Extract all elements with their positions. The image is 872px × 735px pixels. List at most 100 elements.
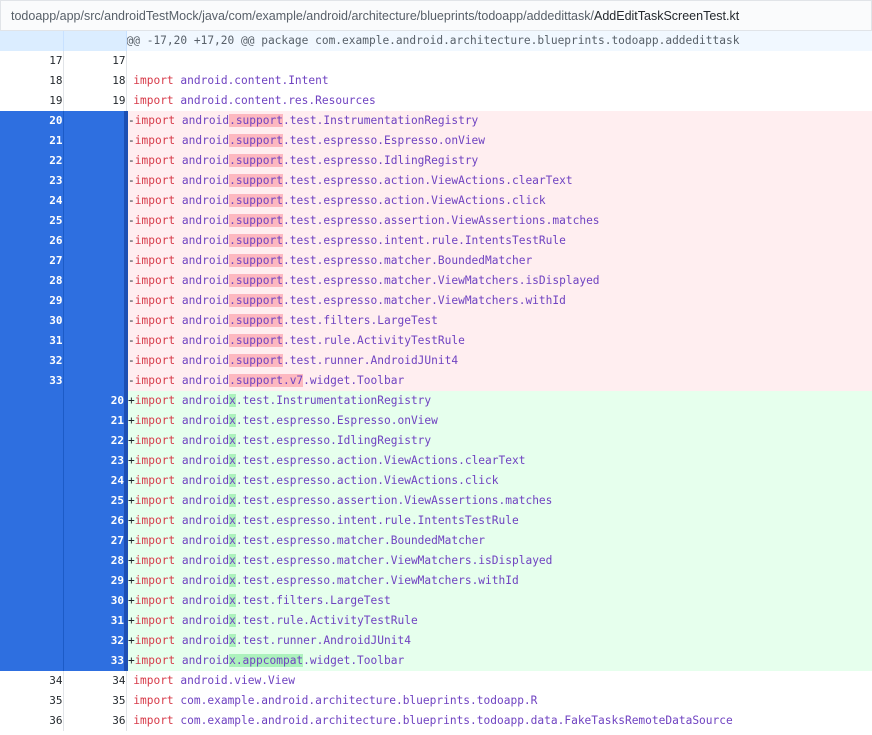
import-keyword: import (134, 354, 176, 367)
old-line-number[interactable] (0, 651, 64, 671)
old-line-number[interactable]: 18 (0, 71, 64, 91)
new-line-number[interactable] (63, 151, 128, 171)
old-line-number[interactable]: 31 (0, 331, 64, 351)
old-line-number[interactable] (0, 431, 64, 451)
new-line-number[interactable] (63, 271, 128, 291)
new-line-number[interactable] (63, 351, 128, 371)
old-line-number[interactable] (0, 531, 64, 551)
new-line-number[interactable]: 27 (63, 531, 128, 551)
code-line: -import android.support.test.espresso.ma… (126, 271, 872, 291)
package-path: android (181, 454, 230, 467)
old-line-number[interactable]: 32 (0, 351, 64, 371)
new-line-number[interactable]: 19 (63, 91, 127, 111)
new-line-number[interactable]: 29 (63, 571, 128, 591)
new-line-number[interactable] (63, 371, 128, 391)
import-keyword: import (134, 194, 176, 207)
old-line-number[interactable] (0, 571, 64, 591)
new-line-number[interactable] (63, 111, 128, 131)
old-line-number[interactable] (0, 411, 64, 431)
new-line-number[interactable]: 30 (63, 591, 128, 611)
package-path-rest: .test.espresso.Espresso.onView (282, 134, 486, 147)
file-dir-path[interactable]: todoapp/app/src/androidTestMock/java/com… (11, 9, 594, 23)
old-line-number[interactable]: 25 (0, 211, 64, 231)
code-line: +import androidx.test.filters.LargeTest (126, 591, 872, 611)
new-line-number[interactable]: 24 (63, 471, 128, 491)
code-line: +import androidx.test.espresso.Espresso.… (126, 411, 872, 431)
changed-word: x (229, 594, 236, 607)
new-line-number[interactable] (63, 251, 128, 271)
new-line-number[interactable]: 20 (63, 391, 128, 411)
changed-word: .support (229, 154, 283, 167)
hunk-expand-gutter[interactable] (0, 31, 64, 51)
package-path-rest: .test.espresso.intent.rule.IntentsTestRu… (282, 234, 566, 247)
new-line-number[interactable]: 28 (63, 551, 128, 571)
new-line-number[interactable]: 33 (63, 651, 128, 671)
old-line-number[interactable]: 20 (0, 111, 64, 131)
new-line-number[interactable]: 31 (63, 611, 128, 631)
package-path-rest: .test.espresso.matcher.BoundedMatcher (235, 534, 486, 547)
new-line-number[interactable] (63, 131, 128, 151)
old-line-number[interactable]: 17 (0, 51, 64, 71)
old-line-number[interactable]: 28 (0, 271, 64, 291)
old-line-number[interactable] (0, 391, 64, 411)
old-line-number[interactable] (0, 551, 64, 571)
new-line-number[interactable] (63, 191, 128, 211)
old-line-number[interactable] (0, 631, 64, 651)
package-path-rest: .test.filters.LargeTest (235, 594, 391, 607)
old-line-number[interactable] (0, 471, 64, 491)
new-line-number[interactable]: 35 (63, 691, 127, 711)
old-line-number[interactable] (0, 511, 64, 531)
diff-line: 25 -import android.support.test.espresso.… (0, 211, 872, 231)
new-line-number[interactable] (63, 171, 128, 191)
old-line-number[interactable]: 26 (0, 231, 64, 251)
diff-sign: + (128, 574, 135, 587)
old-line-number[interactable] (0, 451, 64, 471)
new-line-number[interactable]: 22 (63, 431, 128, 451)
diff-sign: - (128, 214, 135, 227)
old-line-number[interactable]: 23 (0, 171, 64, 191)
diff-line: 31 -import android.support.test.rule.Acti… (0, 331, 872, 351)
old-line-number[interactable]: 33 (0, 371, 64, 391)
new-line-number[interactable] (63, 231, 128, 251)
diff-line: 26 +import androidx.test.espresso.intent.… (0, 511, 872, 531)
old-line-number[interactable] (0, 491, 64, 511)
new-line-number[interactable] (63, 331, 128, 351)
old-line-number[interactable]: 27 (0, 251, 64, 271)
old-line-number[interactable] (0, 611, 64, 631)
new-line-number[interactable]: 32 (63, 631, 128, 651)
new-line-number[interactable]: 17 (63, 51, 127, 71)
old-line-number[interactable]: 21 (0, 131, 64, 151)
diff-line: 27 +import androidx.test.espresso.matcher… (0, 531, 872, 551)
changed-word: x (229, 634, 236, 647)
old-line-number[interactable]: 30 (0, 311, 64, 331)
old-line-number[interactable]: 35 (0, 691, 64, 711)
new-line-number[interactable]: 23 (63, 451, 128, 471)
hunk-expand-gutter-new[interactable] (63, 31, 127, 51)
package-path: android (181, 654, 230, 667)
new-line-number[interactable]: 26 (63, 511, 128, 531)
old-line-number[interactable]: 34 (0, 671, 64, 691)
new-line-number[interactable]: 36 (63, 711, 127, 731)
new-line-number[interactable] (63, 311, 128, 331)
code-line: +import androidx.test.espresso.matcher.V… (126, 551, 872, 571)
new-line-number[interactable] (63, 211, 128, 231)
new-line-number[interactable]: 18 (63, 71, 127, 91)
import-keyword: import (134, 434, 176, 447)
old-line-number[interactable]: 36 (0, 711, 64, 731)
changed-word: .support.v7 (229, 374, 304, 387)
old-line-number[interactable]: 24 (0, 191, 64, 211)
new-line-number[interactable] (63, 291, 128, 311)
import-keyword: import (134, 494, 176, 507)
file-name[interactable]: AddEditTaskScreenTest.kt (594, 9, 739, 23)
diff-line: 23 +import androidx.test.espresso.action.… (0, 451, 872, 471)
old-line-number[interactable] (0, 591, 64, 611)
new-line-number[interactable]: 21 (63, 411, 128, 431)
new-line-number[interactable]: 34 (63, 671, 127, 691)
old-line-number[interactable]: 29 (0, 291, 64, 311)
code-line: +import androidx.test.runner.AndroidJUni… (126, 631, 872, 651)
diff-sign: + (128, 534, 135, 547)
new-line-number[interactable]: 25 (63, 491, 128, 511)
package-path-rest: .test.espresso.action.ViewActions.click (282, 194, 546, 207)
old-line-number[interactable]: 19 (0, 91, 64, 111)
old-line-number[interactable]: 22 (0, 151, 64, 171)
